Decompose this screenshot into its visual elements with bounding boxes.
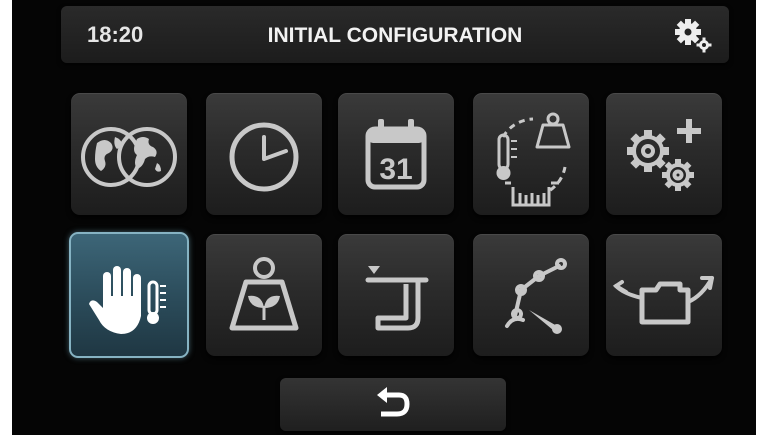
weight-crop-icon: [229, 257, 299, 331]
calendar-icon: 31: [365, 119, 427, 190]
export-folder-icon: [612, 276, 714, 325]
tile-language[interactable]: [71, 93, 187, 215]
hand-temperature-icon: [89, 266, 166, 334]
device-screen: 18:20 INITIAL CONFIGURATION 31: [12, 0, 756, 435]
tile-hand-temperature[interactable]: [69, 232, 189, 358]
globe-language-icon: [81, 127, 177, 187]
calendar-day-label: 31: [379, 153, 412, 186]
tile-tank-level[interactable]: [338, 234, 454, 356]
additional-settings-icon: [627, 119, 701, 191]
gears-icon[interactable]: [673, 15, 713, 55]
back-button[interactable]: [280, 378, 506, 431]
tank-level-icon: [365, 266, 429, 331]
tile-crane-arm[interactable]: [473, 234, 589, 356]
tile-weight-crop[interactable]: [206, 234, 322, 356]
clock-icon: [229, 122, 299, 192]
page-title: INITIAL CONFIGURATION: [267, 24, 523, 47]
tile-advanced-settings[interactable]: [606, 93, 722, 215]
temperature-weight-calibration-icon: [496, 112, 571, 207]
tile-export[interactable]: [606, 234, 722, 356]
tile-time[interactable]: [206, 93, 322, 215]
tile-calibration[interactable]: [473, 93, 589, 215]
back-arrow-icon: [377, 387, 410, 417]
crane-arm-icon: [505, 258, 567, 334]
status-bar: 18:20 INITIAL CONFIGURATION: [61, 6, 729, 63]
tile-date[interactable]: 31: [338, 93, 454, 215]
